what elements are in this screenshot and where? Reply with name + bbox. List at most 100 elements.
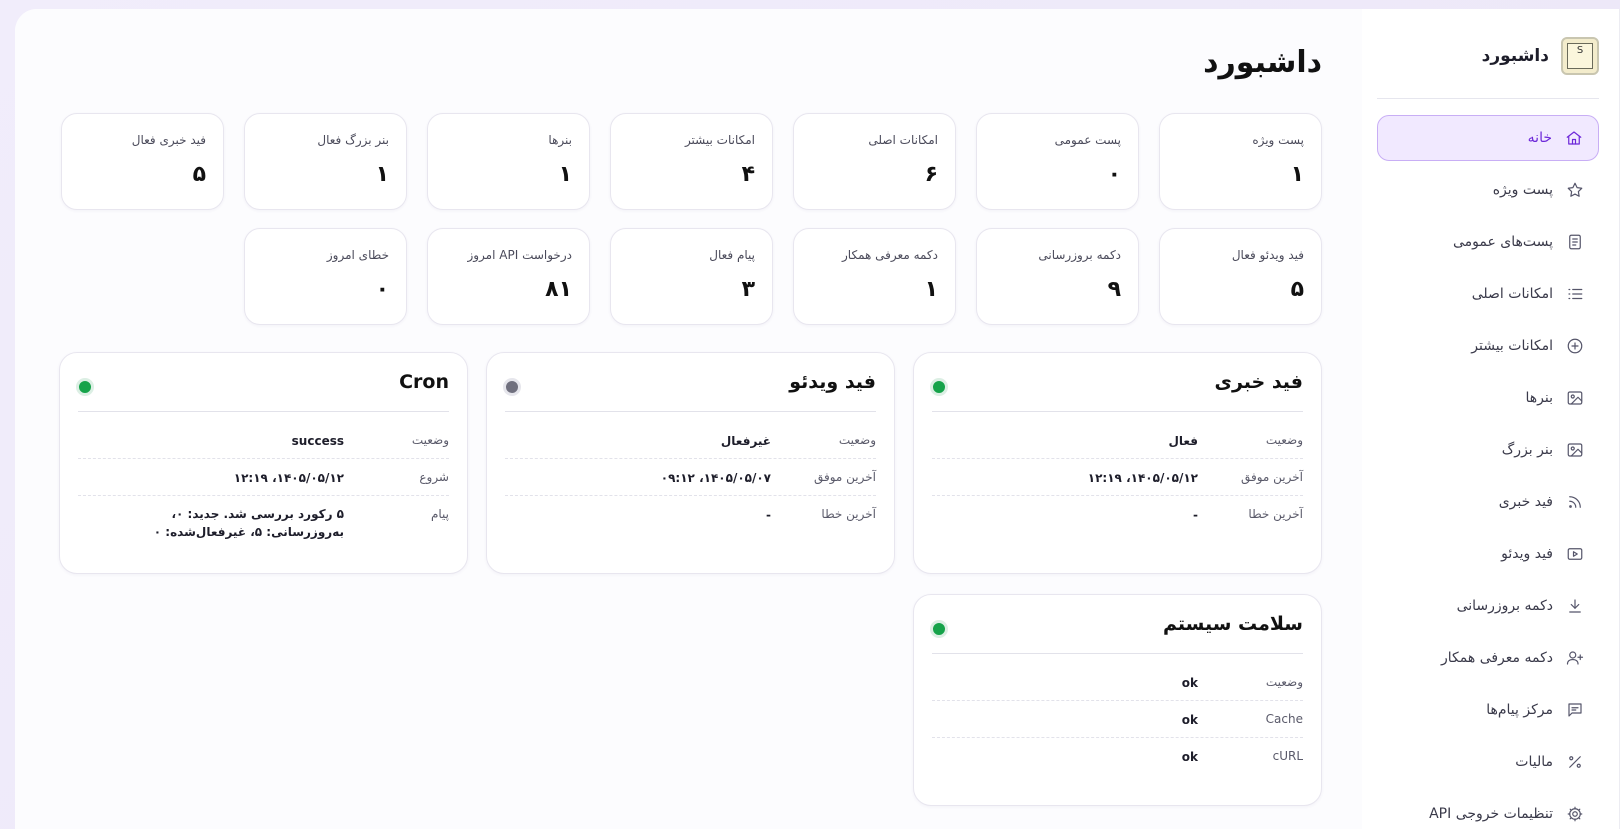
sidebar-item-banners[interactable]: بنرها (1377, 375, 1599, 421)
sidebar-item-video-feed[interactable]: فید ویدئو (1377, 531, 1599, 577)
stat-value: ۳ (741, 277, 755, 302)
sidebar-item-public-posts[interactable]: پست‌های عمومی (1377, 219, 1599, 265)
sidebar-item-label: خانه (1527, 130, 1552, 146)
kv-row: وضعیت success (78, 422, 449, 459)
kv-value: فعال (1168, 434, 1198, 448)
stat-label: پیام فعال (709, 248, 755, 262)
kv-key: وضعیت (1265, 433, 1303, 447)
kv-key: وضعیت (411, 433, 449, 447)
stat-label: بنر بزرگ فعال (317, 133, 389, 147)
sidebar-item-label: تنظیمات خروجی API (1429, 806, 1553, 822)
kv-value: ok (1181, 750, 1198, 764)
sidebar-item-api-settings[interactable]: تنظیمات خروجی API (1377, 791, 1599, 829)
stat-card: درخواست API امروز ۸۱ (427, 228, 590, 325)
stat-value: ۱ (1290, 162, 1304, 187)
sidebar-item-label: فید ویدئو (1501, 546, 1553, 562)
kv-value: ۱۴۰۵/۰۵/۱۲، ۱۲:۱۹ (1087, 471, 1198, 485)
stat-label: فید ویدئو فعال (1231, 248, 1304, 262)
kv-value: ok (1181, 713, 1198, 727)
video-feed-panel: فید ویدئو وضعیت غیرفعال آخرین موفق ۱۴۰۵/… (486, 352, 895, 574)
stat-card: دکمه بروزرسانی ۹ (976, 228, 1139, 325)
sidebar-item-update-button[interactable]: دکمه بروزرسانی (1377, 583, 1599, 629)
panel-title: Cron (399, 371, 449, 393)
kv-value: success (291, 434, 344, 448)
percent-icon (1565, 752, 1585, 772)
kv-row: وضعیت ok (932, 664, 1303, 701)
stat-label: خطای امروز (326, 248, 389, 262)
panel-title: فید ویدئو (789, 371, 876, 393)
sidebar-item-home[interactable]: خانه (1377, 115, 1599, 161)
download-icon (1565, 596, 1585, 616)
gear-icon (1565, 804, 1585, 824)
panel-title: سلامت سیستم (1162, 613, 1303, 635)
panel-divider (932, 653, 1303, 654)
kv-row: شروع ۱۴۰۵/۰۵/۱۲، ۱۲:۱۹ (78, 459, 449, 496)
kv-key: cURL (1272, 749, 1303, 763)
panel-divider (78, 411, 449, 412)
kv-value: ۱۴۰۵/۰۵/۱۲، ۱۲:۱۹ (233, 471, 344, 485)
kv-row: Cache ok (932, 701, 1303, 738)
status-indicator (930, 378, 948, 396)
kv-value: ۵ رکورد بررسی شد. جدید: ۰، به‌روزرسانی: … (153, 507, 344, 539)
sidebar-divider (1377, 98, 1599, 99)
kv-row: آخرین موفق ۱۴۰۵/۰۵/۱۲، ۱۲:۱۹ (932, 459, 1303, 496)
stat-card: فید ویدئو فعال ۵ (1159, 228, 1322, 325)
sidebar-item-news-feed[interactable]: فید خبری (1377, 479, 1599, 525)
kv-row: آخرین موفق ۱۴۰۵/۰۵/۰۷، ۰۹:۱۲ (505, 459, 876, 496)
stat-value: ۵ (192, 162, 206, 187)
kv-row: آخرین خطا - (505, 496, 876, 533)
image-icon (1565, 388, 1585, 408)
cron-panel: Cron وضعیت success شروع ۱۴۰۵/۰۵/۱۲، ۱۲:۱… (59, 352, 468, 574)
stat-value: ۴ (741, 162, 755, 187)
sidebar-item-label: دکمه معرفی همکار (1441, 650, 1553, 666)
sidebar-item-label: بنر بزرگ (1501, 442, 1553, 458)
system-health-panel: سلامت سیستم وضعیت ok Cache ok cURL ok (913, 594, 1322, 806)
brand[interactable]: S داشبورد (1482, 37, 1599, 75)
stat-value: ۰ (1107, 162, 1121, 187)
news-feed-panel: فید خبری وضعیت فعال آخرین موفق ۱۴۰۵/۰۵/۱… (913, 352, 1322, 574)
stat-card: دکمه معرفی همکار ۱ (793, 228, 956, 325)
home-icon (1564, 128, 1584, 148)
image-icon (1565, 440, 1585, 460)
kv-key: وضعیت (1265, 675, 1303, 689)
stat-card: امکانات اصلی ۶ (793, 113, 956, 210)
plus-circle-icon (1565, 336, 1585, 356)
sidebar-item-label: امکانات اصلی (1471, 286, 1553, 302)
panel-divider (932, 411, 1303, 412)
sidebar-item-big-banner[interactable]: بنر بزرگ (1377, 427, 1599, 473)
kv-key: آخرین خطا (1248, 507, 1303, 521)
kv-value: غیرفعال (720, 434, 771, 448)
kv-row: آخرین خطا - (932, 496, 1303, 533)
sidebar-item-label: مالیات (1515, 754, 1553, 770)
kv-row: وضعیت فعال (932, 422, 1303, 459)
sidebar-item-tax[interactable]: مالیات (1377, 739, 1599, 785)
stat-card: بنرها ۱ (427, 113, 590, 210)
stat-card: پیام فعال ۳ (610, 228, 773, 325)
sidebar-item-main-features[interactable]: امکانات اصلی (1377, 271, 1599, 317)
stat-card: پست ویژه ۱ (1159, 113, 1322, 210)
sidebar-item-label: دکمه بروزرسانی (1456, 598, 1553, 614)
stat-label: امکانات بیشتر (684, 133, 755, 147)
sidebar-item-more-features[interactable]: امکانات بیشتر (1377, 323, 1599, 369)
sidebar-item-referral-button[interactable]: دکمه معرفی همکار (1377, 635, 1599, 681)
sidebar-item-label: مرکز پیام‌ها (1486, 702, 1553, 718)
stat-label: پست ویژه (1252, 133, 1304, 147)
video-icon (1565, 544, 1585, 564)
stat-label: بنرها (548, 133, 572, 147)
sidebar-item-label: امکانات بیشتر (1471, 338, 1553, 354)
status-indicator (503, 378, 521, 396)
document-icon (1565, 232, 1585, 252)
sidebar-item-message-center[interactable]: مرکز پیام‌ها (1377, 687, 1599, 733)
stat-label: فید خبری فعال (131, 133, 206, 147)
stat-value: ۸۱ (545, 277, 572, 302)
stat-label: درخواست API امروز (467, 248, 572, 262)
sidebar-item-featured-post[interactable]: پست ویژه (1377, 167, 1599, 213)
stat-card: پست عمومی ۰ (976, 113, 1139, 210)
status-indicator (930, 620, 948, 638)
kv-row: وضعیت غیرفعال (505, 422, 876, 459)
sidebar-item-label: بنرها (1525, 390, 1554, 406)
stat-value: ۰ (375, 277, 389, 302)
rss-icon (1565, 492, 1585, 512)
kv-key: وضعیت (838, 433, 876, 447)
status-indicator (76, 378, 94, 396)
